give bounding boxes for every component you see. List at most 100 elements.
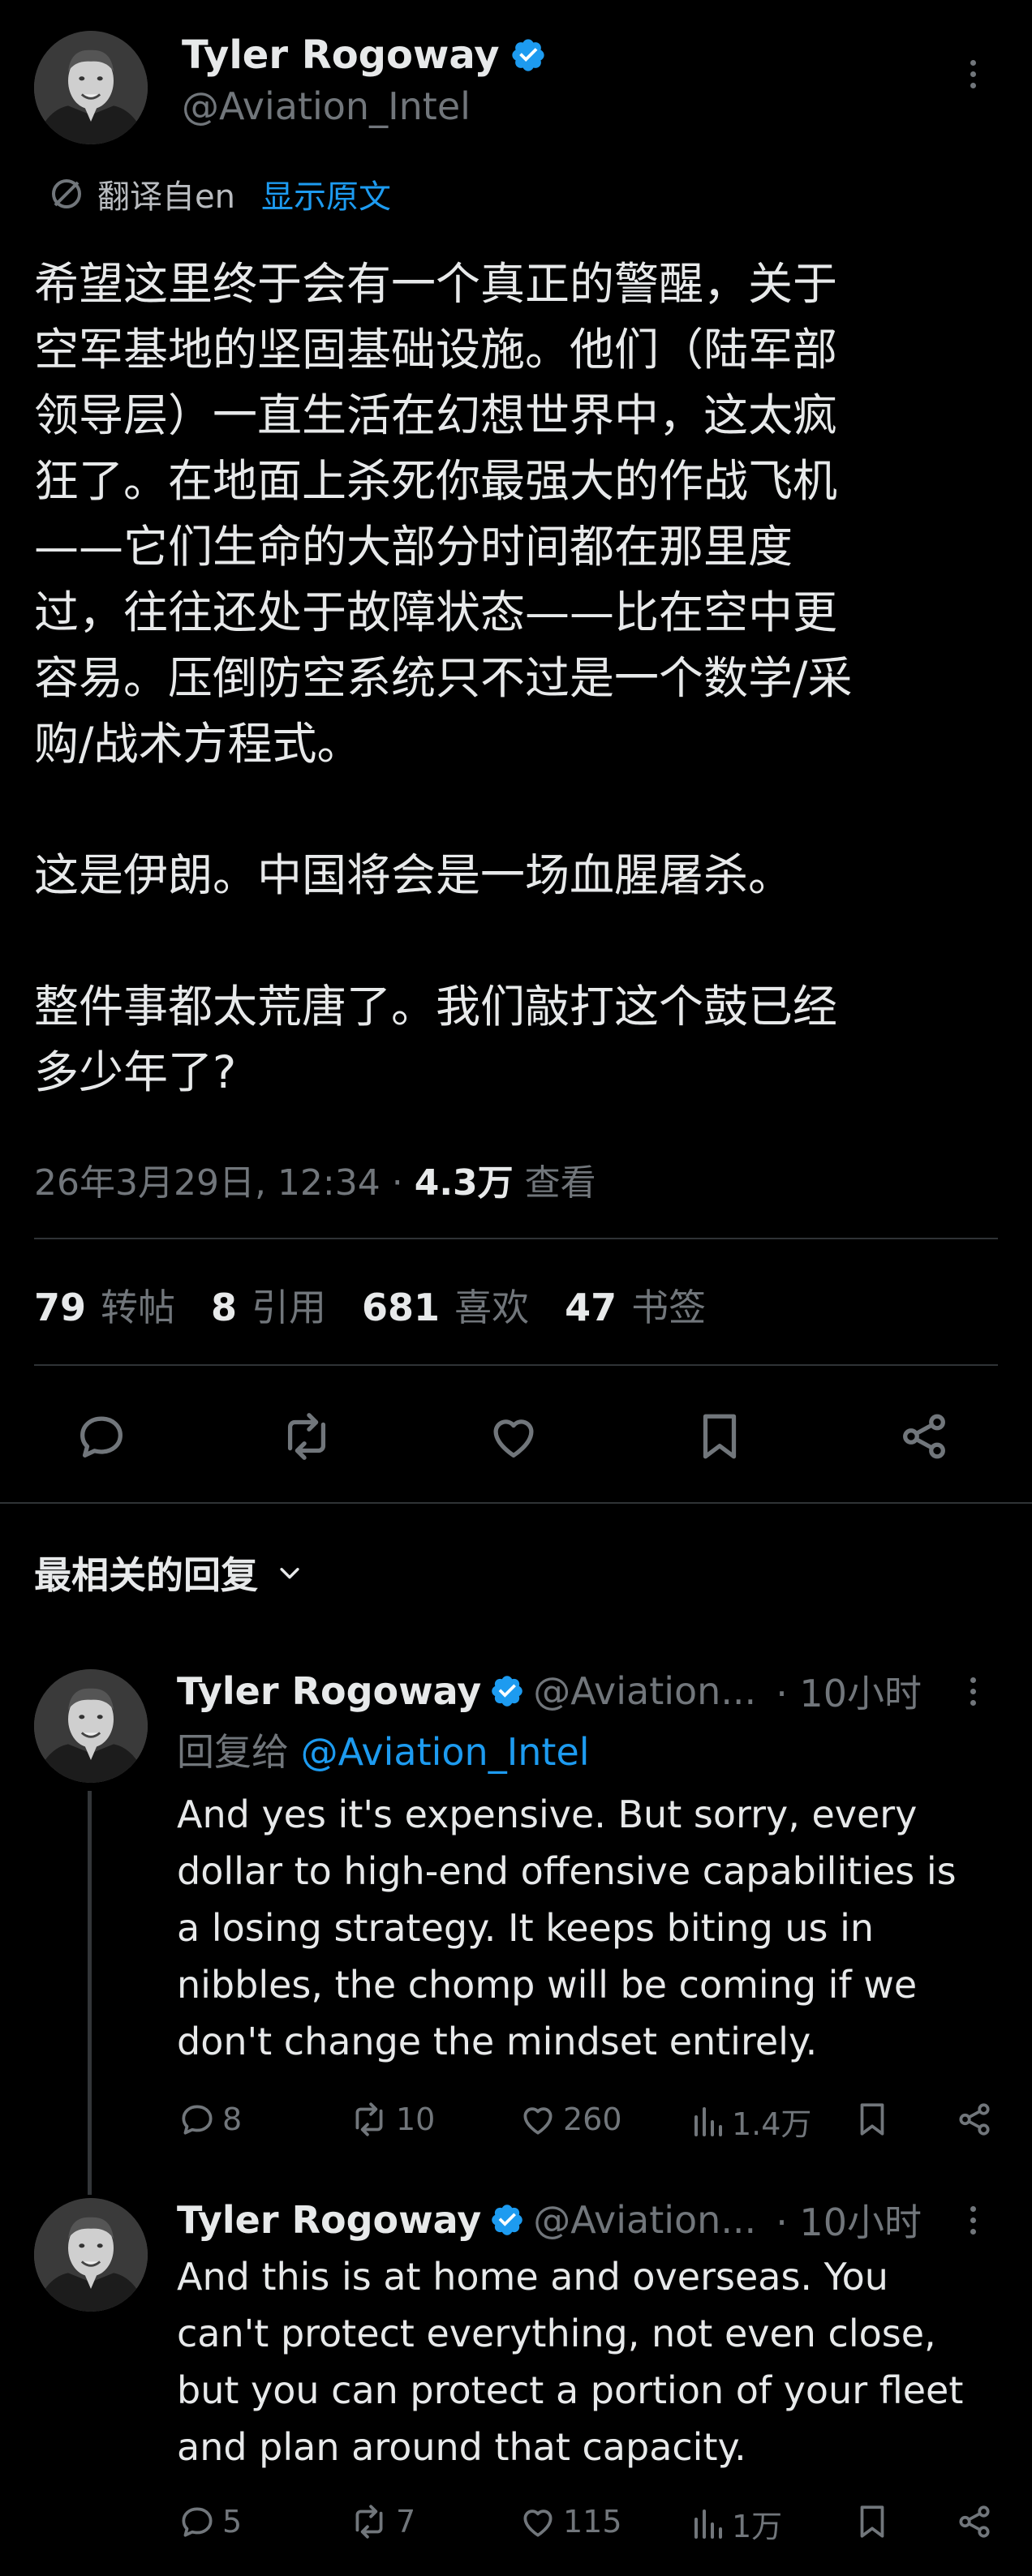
- more-options-icon[interactable]: [970, 2206, 976, 2235]
- show-original-link[interactable]: 显示原文: [261, 170, 391, 217]
- tweet-paragraph: 希望这里终于会有一个真正的警醒，关于 空军基地的坚固基础设施。他们（陆军部 领导层）…: [34, 251, 1008, 777]
- reply-to-line: 回复给 @Aviation_Intel: [177, 1723, 590, 1776]
- stat-2[interactable]: 681 喜欢: [362, 1278, 529, 1332]
- view-label: 查看: [513, 1162, 596, 1204]
- author-avatar[interactable]: [34, 31, 148, 144]
- verified-badge-icon: [489, 1673, 525, 1709]
- avatar-photo: [34, 1669, 148, 1783]
- reply-author-name[interactable]: Tyler Rogoway: [177, 1669, 481, 1713]
- views-chart-icon: [694, 2106, 722, 2136]
- stat-label: 引用: [252, 1286, 327, 1329]
- replies-sort-dropdown[interactable]: 最相关的回复: [34, 1546, 303, 1599]
- tweet-timestamp[interactable]: 26年3月29日, 12:34 ·: [34, 1162, 415, 1204]
- like-count: 115: [563, 2504, 622, 2540]
- reply-line: can't protect everything, not even close…: [177, 2312, 936, 2355]
- avatar-photo: [34, 31, 148, 144]
- share-icon[interactable]: [954, 2099, 995, 2140]
- reply-header: Tyler Rogoway @Aviation... · 10小时: [177, 1664, 922, 1718]
- reply-line: dollar to high-end offensive capabilitie…: [177, 1849, 957, 1893]
- author-name-row[interactable]: Tyler Rogoway: [182, 32, 547, 78]
- translation-row: 翻译自en 显示原文: [47, 170, 391, 217]
- reply-count-button[interactable]: 8: [177, 2099, 242, 2140]
- repost-count-button[interactable]: 10: [347, 2099, 435, 2140]
- bookmark-icon[interactable]: [852, 2501, 892, 2542]
- like-icon[interactable]: [485, 1408, 542, 1465]
- verified-badge-icon: [489, 2202, 525, 2238]
- stat-0[interactable]: 79 转帖: [34, 1278, 175, 1332]
- views-count-button[interactable]: 1万: [688, 2501, 782, 2546]
- like-count-button[interactable]: 260: [518, 2099, 622, 2140]
- reply-line: And yes it's expensive. But sorry, every: [177, 1792, 918, 1836]
- reply-avatar[interactable]: [34, 1669, 148, 1783]
- engagement-stats: 79 转帖 8 引用 681 喜欢 47 书签: [34, 1278, 706, 1332]
- stat-3[interactable]: 47 书签: [565, 1278, 706, 1332]
- reply-line: nibbles, the chomp will be coming if we: [177, 1963, 918, 2007]
- stat-number: 47: [565, 1286, 617, 1329]
- reply-time[interactable]: · 10小时: [776, 1664, 922, 1718]
- translated-from-label: 翻译自en: [97, 178, 235, 216]
- tweet-line: 领导层）一直生活在幻想世界中，这太疯: [34, 389, 838, 441]
- tweet-action-bar: [0, 1403, 1032, 1468]
- reply-action-bar: 5 7 115 1万: [177, 2501, 996, 2544]
- repost-count: 7: [396, 2504, 416, 2540]
- views-count-button[interactable]: 1.4万: [688, 2099, 811, 2144]
- tweet-paragraph: 整件事都太荒唐了。我们敲打这个鼓已经 多少年了?: [34, 974, 1008, 1106]
- stat-number: 8: [211, 1286, 238, 1329]
- stat-1[interactable]: 8 引用: [211, 1278, 326, 1332]
- reply-header: Tyler Rogoway @Aviation... · 10小时: [177, 2193, 922, 2247]
- stat-label: 转帖: [101, 1286, 176, 1329]
- tweet-line: 空军基地的坚固基础设施。他们（陆军部: [34, 324, 838, 376]
- reply-body: And yes it's expensive. But sorry, every…: [177, 1786, 1021, 2070]
- like-count-button[interactable]: 115: [518, 2501, 622, 2542]
- reply-icon: [182, 2507, 213, 2537]
- reply-author-handle[interactable]: @Aviation...: [533, 2198, 756, 2242]
- reply-count-button[interactable]: 5: [177, 2501, 242, 2542]
- share-icon[interactable]: [896, 1408, 952, 1465]
- more-options-icon[interactable]: [970, 60, 976, 88]
- repost-icon[interactable]: [276, 1408, 338, 1465]
- reply-line: And this is at home and overseas. You: [177, 2255, 888, 2299]
- verified-badge-icon: [510, 36, 547, 74]
- reply-body: And this is at home and overseas. You can…: [177, 2248, 1021, 2475]
- share-icon[interactable]: [954, 2501, 995, 2542]
- stat-label: 书签: [631, 1286, 707, 1329]
- thread-connector-line: [88, 1791, 92, 2195]
- view-count: 4.3万: [414, 1162, 514, 1204]
- bookmark-icon[interactable]: [691, 1408, 748, 1465]
- reply-time[interactable]: · 10小时: [776, 2193, 922, 2247]
- reply-count: 5: [222, 2504, 243, 2540]
- reply-icon: [182, 2105, 213, 2135]
- tweet-line: ——它们生命的大部分时间都在那里度: [34, 521, 793, 573]
- reply-count: 8: [222, 2102, 243, 2137]
- avatar-photo: [34, 2198, 148, 2312]
- reply-author-handle[interactable]: @Aviation...: [533, 1669, 756, 1713]
- tweet-line: 整件事都太荒唐了。我们敲打这个鼓已经: [34, 981, 838, 1033]
- tweet-line: 希望这里终于会有一个真正的警醒，关于: [34, 258, 838, 310]
- view-count: 1.4万: [732, 2106, 812, 2142]
- repost-count-button[interactable]: 7: [347, 2501, 415, 2542]
- reply-author-name[interactable]: Tyler Rogoway: [177, 2198, 481, 2242]
- reply-action-bar: 8 10 260 1.4万: [177, 2099, 996, 2142]
- like-icon: [523, 2509, 553, 2537]
- reply-avatar[interactable]: [34, 2198, 148, 2312]
- tweet-line: 狂了。在地面上杀死你最强大的作战飞机: [34, 455, 838, 507]
- chevron-down-icon: [280, 1568, 299, 1579]
- more-options-icon[interactable]: [970, 1677, 976, 1706]
- stat-number: 79: [34, 1286, 87, 1329]
- like-count: 260: [563, 2102, 622, 2137]
- author-handle[interactable]: @Aviation_Intel: [182, 84, 471, 128]
- bookmark-icon[interactable]: [852, 2099, 892, 2140]
- divider: [34, 1364, 998, 1366]
- stat-label: 喜欢: [454, 1286, 530, 1329]
- reply-line: don't change the mindset entirely.: [177, 2020, 818, 2063]
- reply-to-label: 回复给: [177, 1730, 301, 1774]
- replies-sort-label: 最相关的回复: [34, 1553, 258, 1597]
- author-name[interactable]: Tyler Rogoway: [182, 32, 500, 78]
- reply-to-handle[interactable]: @Aviation_Intel: [301, 1730, 590, 1774]
- views-chart-icon: [694, 2509, 722, 2539]
- tweet-meta: 26年3月29日, 12:34 · 4.3万 查看: [34, 1153, 596, 1205]
- section-divider: [0, 1502, 1032, 1504]
- reply-icon[interactable]: [73, 1408, 130, 1465]
- like-icon: [523, 2107, 553, 2135]
- tweet-line: 这是伊朗。中国将会是一场血腥屠杀。: [34, 849, 793, 901]
